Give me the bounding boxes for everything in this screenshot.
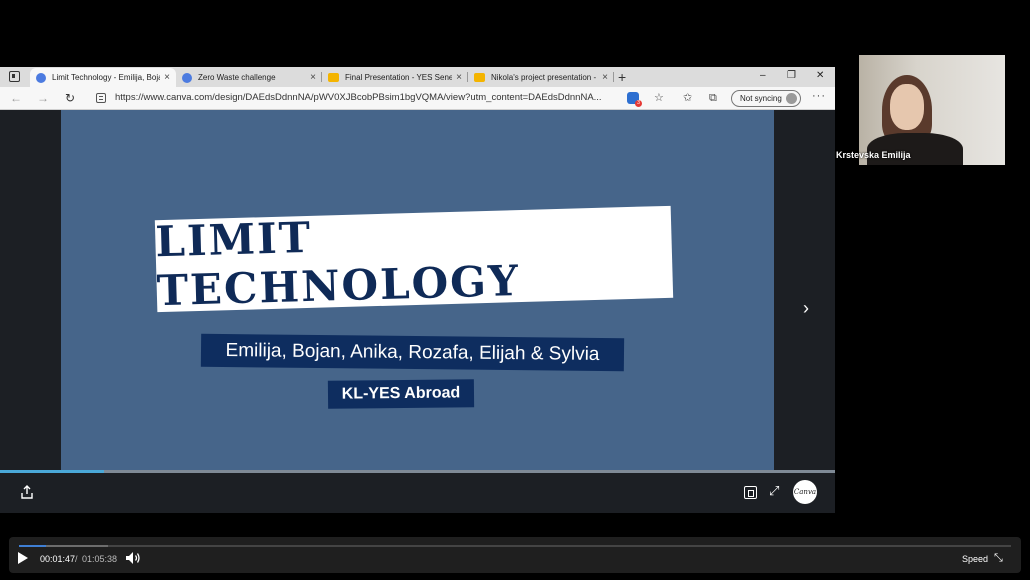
timeline-progress: [19, 545, 46, 547]
notes-icon[interactable]: [744, 486, 757, 499]
participant-name: Krstevska Emilija: [836, 150, 911, 160]
speed-button[interactable]: Speed: [962, 554, 988, 564]
meeting-stage: Limit Technology - Emilija, Bojan × Zero…: [0, 0, 1030, 580]
participant-face: [890, 84, 924, 130]
participant-video-tile: [859, 55, 1005, 165]
tab-actions-icon[interactable]: [9, 71, 20, 82]
url-field[interactable]: https://www.canva.com/design/DAEdsDdnnNA…: [115, 92, 615, 103]
restore-button[interactable]: ❐: [787, 69, 796, 83]
expand-icon[interactable]: ⤢: [769, 483, 779, 499]
slides-icon: [474, 73, 485, 82]
close-icon[interactable]: ×: [456, 72, 462, 83]
canva-icon: [36, 72, 46, 83]
presentation-progress[interactable]: [0, 470, 835, 473]
next-slide-button[interactable]: ›: [797, 298, 815, 318]
title-banner: LIMIT TECHNOLOGY: [154, 205, 674, 316]
slides-icon: [328, 73, 339, 82]
tab-zero-waste[interactable]: Zero Waste challenge ×: [176, 68, 322, 87]
site-info-icon[interactable]: [96, 93, 106, 103]
new-tab-button[interactable]: +: [618, 68, 626, 86]
refresh-button[interactable]: ↻: [65, 90, 75, 106]
close-icon[interactable]: ×: [602, 72, 608, 83]
presentation-progress-fill: [0, 470, 105, 473]
profile-avatar-icon: [786, 93, 797, 104]
canva-logo[interactable]: Canva: [793, 480, 817, 504]
time-separator: /: [75, 554, 78, 564]
slide[interactable]: LIMIT TECHNOLOGY Emilija, Bojan, Anika, …: [61, 110, 774, 472]
browser-window: Limit Technology - Emilija, Bojan × Zero…: [0, 67, 835, 513]
volume-icon[interactable]: [125, 551, 141, 565]
tab-nikola-presentation[interactable]: Nikola's project presentation - G ×: [468, 68, 614, 87]
tab-label: Limit Technology - Emilija, Bojan: [52, 73, 161, 82]
close-icon[interactable]: ×: [164, 72, 170, 83]
tab-divider: [613, 72, 614, 82]
extension-badge-count: 3: [635, 100, 642, 107]
add-favorite-icon[interactable]: ☆: [654, 91, 664, 105]
minimize-button[interactable]: –: [760, 69, 766, 83]
slide-org-label: KL-YES Abroad: [341, 384, 461, 403]
more-options-button[interactable]: ···: [812, 90, 826, 102]
total-time: 01:05:38: [82, 554, 118, 564]
play-button[interactable]: [18, 552, 28, 564]
sync-button[interactable]: Not syncing: [731, 90, 801, 107]
canva-icon: [182, 72, 192, 83]
tab-limit-technology[interactable]: Limit Technology - Emilija, Bojan ×: [30, 68, 176, 87]
canva-presentation: LIMIT TECHNOLOGY Emilija, Bojan, Anika, …: [0, 110, 835, 513]
extension-icon[interactable]: 3: [627, 92, 642, 107]
timeline-scrubber[interactable]: [19, 545, 1011, 547]
collections-icon[interactable]: ⧉: [709, 91, 717, 105]
video-player-controls: 00:01:47 / 01:05:38 Speed ⤡: [9, 537, 1021, 573]
tab-bar: Limit Technology - Emilija, Bojan × Zero…: [0, 67, 835, 87]
slide-subtitle: Emilija, Bojan, Anika, Rozafa, Elijah & …: [225, 339, 600, 365]
close-icon[interactable]: ×: [310, 72, 316, 83]
org-banner: KL-YES Abroad: [327, 379, 475, 409]
back-button[interactable]: ←: [10, 90, 22, 106]
participant-body: [867, 133, 963, 165]
share-icon[interactable]: [20, 485, 34, 499]
address-bar: ← → ↻ https://www.canva.com/design/DAEds…: [0, 87, 835, 110]
sync-label: Not syncing: [740, 94, 782, 103]
window-close-button[interactable]: ✕: [816, 69, 824, 83]
slide-title: LIMIT TECHNOLOGY: [154, 212, 521, 316]
favorites-icon[interactable]: ✩: [683, 91, 692, 105]
exit-fullscreen-button[interactable]: ⤡: [994, 551, 1003, 565]
tab-label: Final Presentation - YES Senegal: [345, 73, 453, 82]
forward-button[interactable]: →: [37, 90, 49, 106]
tab-final-presentation[interactable]: Final Presentation - YES Senegal ×: [322, 68, 468, 87]
current-time: 00:01:47: [40, 554, 76, 564]
tab-label: Nikola's project presentation - G: [491, 73, 599, 82]
tab-label: Zero Waste challenge: [198, 73, 276, 82]
names-banner: Emilija, Bojan, Anika, Rozafa, Elijah & …: [200, 333, 625, 372]
